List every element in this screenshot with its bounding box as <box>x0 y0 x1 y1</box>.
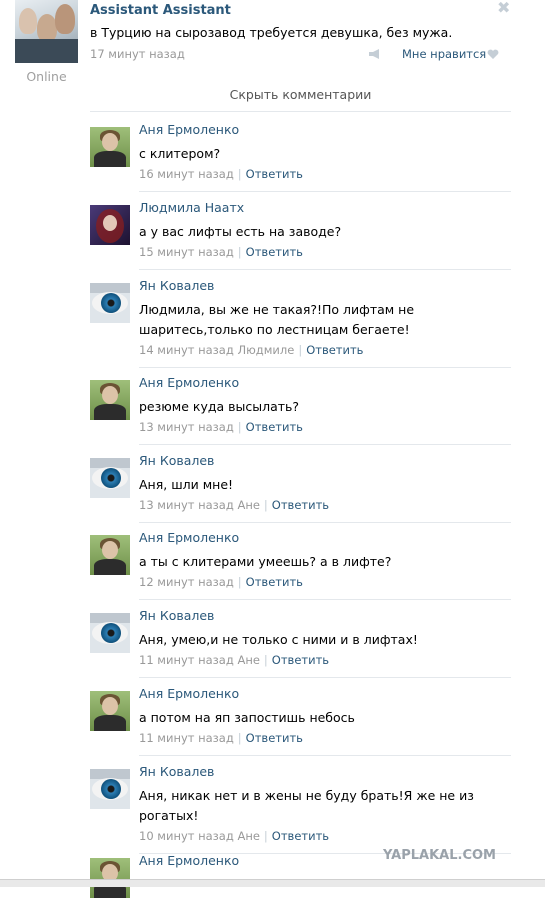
comment-divider <box>139 755 511 756</box>
comment-text: Аня, никак нет и в жены не буду брать!Я … <box>139 788 474 823</box>
comment-time[interactable]: 14 минут назад <box>139 343 234 357</box>
meta-separator: | <box>298 343 303 357</box>
reply-link[interactable]: Ответить <box>246 167 303 181</box>
comment-author-name[interactable]: Ян Ковалев <box>139 764 214 779</box>
comment-text: Аня, умею,и не только с ними и в лифтах! <box>139 632 418 647</box>
hide-comments-link[interactable]: Скрыть комментарии <box>90 87 511 102</box>
comment-text: а у вас лифты есть на заводе? <box>139 224 342 239</box>
comment-meta: 16 минут назад | Ответить <box>139 167 303 181</box>
comment-meta: 10 минут назад Ане | Ответить <box>139 829 329 843</box>
comment-divider <box>139 191 511 192</box>
comment-author-avatar[interactable] <box>90 613 130 653</box>
comment-author-avatar[interactable] <box>90 858 130 898</box>
comment-meta: 12 минут назад | Ответить <box>139 575 303 589</box>
comment-time[interactable]: 11 минут назад <box>139 653 234 667</box>
reply-link[interactable]: Ответить <box>246 420 303 434</box>
meta-separator: | <box>237 731 242 745</box>
meta-separator: | <box>263 829 268 843</box>
comment-divider <box>139 522 511 523</box>
comment-divider <box>139 269 511 270</box>
comment-author-name[interactable]: Аня Ермоленко <box>139 375 239 390</box>
comment-author-avatar[interactable] <box>90 127 130 167</box>
comment-time[interactable]: 11 минут назад <box>139 731 234 745</box>
meta-separator: | <box>263 653 268 667</box>
comment-author-avatar[interactable] <box>90 458 130 498</box>
comment-divider <box>139 599 511 600</box>
reply-link[interactable]: Ответить <box>272 498 329 512</box>
comment-text: а ты с клитерами умеешь? а в лифте? <box>139 554 392 569</box>
comment-time[interactable]: 13 минут назад <box>139 420 234 434</box>
comment-time[interactable]: 16 минут назад <box>139 167 234 181</box>
comment-author-avatar[interactable] <box>90 691 130 731</box>
meta-separator: | <box>237 420 242 434</box>
close-icon[interactable]: ✖ <box>497 0 510 17</box>
comment-time[interactable]: 13 минут назад <box>139 498 234 512</box>
comment-time[interactable]: 12 минут назад <box>139 575 234 589</box>
meta-separator: | <box>263 498 268 512</box>
comment-author-avatar[interactable] <box>90 380 130 420</box>
comment-meta: 13 минут назад | Ответить <box>139 420 303 434</box>
post-time[interactable]: 17 минут назад <box>90 47 185 61</box>
like-button[interactable]: Мне нравится <box>402 47 486 61</box>
divider <box>90 111 511 112</box>
post-author-name[interactable]: Assistant Assistant <box>90 3 231 18</box>
comment-text: Людмила, вы же не такая?!По лифтам не ша… <box>139 302 415 337</box>
comment-divider <box>139 367 511 368</box>
online-status: Online <box>26 69 67 84</box>
comment-author-name[interactable]: Аня Ермоленко <box>139 122 239 137</box>
comment-author-name[interactable]: Аня Ермоленко <box>139 530 239 545</box>
comment-meta: 15 минут назад | Ответить <box>139 245 303 259</box>
heart-icon[interactable] <box>487 49 499 60</box>
meta-separator: | <box>237 245 242 259</box>
comment-author-name[interactable]: Людмила Наатх <box>139 200 244 215</box>
meta-separator: | <box>237 167 242 181</box>
comment-time[interactable]: 15 минут назад <box>139 245 234 259</box>
megaphone-icon[interactable] <box>368 48 382 60</box>
comment-author-name[interactable]: Ян Ковалев <box>139 453 214 468</box>
comment-text: с клитером? <box>139 146 221 161</box>
comment-text: а потом на яп запостишь небось <box>139 710 355 725</box>
meta-separator: | <box>237 575 242 589</box>
comment-author-avatar[interactable] <box>90 535 130 575</box>
comment-author-avatar[interactable] <box>90 205 130 245</box>
reply-link[interactable]: Ответить <box>246 731 303 745</box>
comment-author-avatar[interactable] <box>90 769 130 809</box>
comment-reply-to[interactable]: Ане <box>237 498 259 512</box>
comment-author-avatar[interactable] <box>90 283 130 323</box>
post-text: в Турцию на сырозавод требуется девушка,… <box>90 25 453 40</box>
comment-meta: 11 минут назад Ане | Ответить <box>139 653 329 667</box>
post-author-avatar[interactable] <box>15 0 78 63</box>
reply-link[interactable]: Ответить <box>272 653 329 667</box>
reply-link[interactable]: Ответить <box>306 343 363 357</box>
comment-divider <box>139 677 511 678</box>
reply-link[interactable]: Ответить <box>246 245 303 259</box>
comment-reply-to[interactable]: Ане <box>237 653 259 667</box>
comment-text: резюме куда высылать? <box>139 399 300 414</box>
comment-time[interactable]: 10 минут назад <box>139 829 234 843</box>
comment-text: Аня, шли мне! <box>139 477 234 492</box>
reply-link[interactable]: Ответить <box>246 575 303 589</box>
comment-meta: 13 минут назад Ане | Ответить <box>139 498 329 512</box>
comment-author-name[interactable]: Аня Ермоленко <box>139 686 239 701</box>
reply-link[interactable]: Ответить <box>272 829 329 843</box>
comment-divider <box>139 444 511 445</box>
comment-author-name[interactable]: Ян Ковалев <box>139 608 214 623</box>
comment-author-name[interactable]: Ян Ковалев <box>139 278 214 293</box>
watermark: YAPLAKAL.COM <box>383 848 496 863</box>
comment-meta: 14 минут назад Людмиле | Ответить <box>139 343 363 357</box>
comment-author-name[interactable]: Аня Ермоленко <box>139 853 239 868</box>
comment-reply-to[interactable]: Ане <box>237 829 259 843</box>
comment-meta: 11 минут назад | Ответить <box>139 731 303 745</box>
comment-reply-to[interactable]: Людмиле <box>237 343 294 357</box>
